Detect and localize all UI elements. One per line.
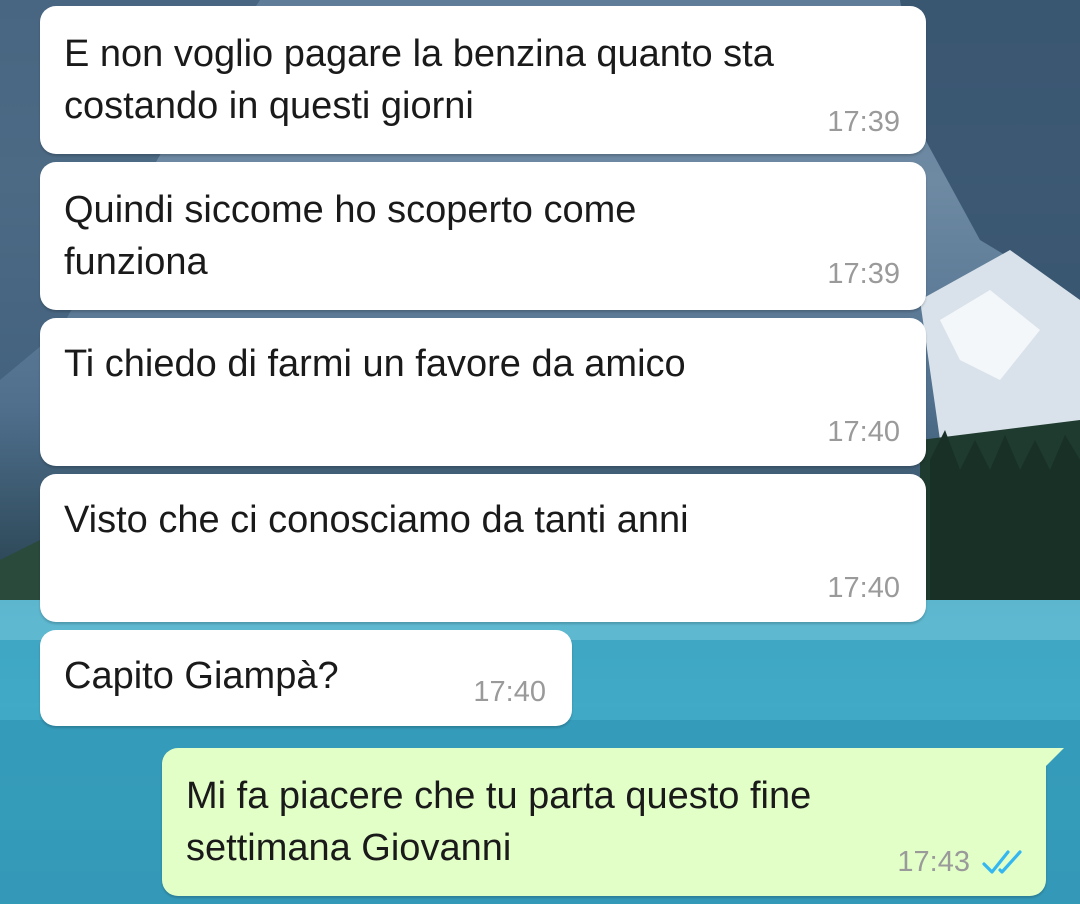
message-timestamp: 17:43	[897, 846, 970, 878]
message-timestamp: 17:40	[473, 676, 546, 708]
message-text: E non voglio pagare la benzina quanto st…	[64, 33, 774, 127]
message-bubble-outgoing[interactable]: Mi fa piacere che tu parta questo fine s…	[162, 748, 1064, 896]
message-text: Quindi siccome ho scoperto come funziona	[64, 189, 637, 283]
message-text: Ti chiedo di farmi un favore da amico	[64, 343, 686, 385]
message-timestamp: 17:40	[827, 572, 900, 604]
message-timestamp: 17:40	[827, 416, 900, 448]
message-bubble-incoming[interactable]: Visto che ci conosciamo da tanti anni 17…	[40, 474, 926, 622]
message-text: Capito Giampà?	[64, 655, 339, 697]
message-text: Visto che ci conosciamo da tanti anni	[64, 499, 689, 541]
message-bubble-incoming[interactable]: Capito Giampà? 17:40	[40, 630, 572, 726]
message-bubble-incoming[interactable]: Ti chiedo di farmi un favore da amico 17…	[40, 318, 926, 466]
message-timestamp: 17:39	[827, 106, 900, 138]
message-timestamp: 17:39	[827, 258, 900, 290]
message-text: Mi fa piacere che tu parta questo fine s…	[186, 775, 812, 869]
message-bubble-incoming[interactable]: E non voglio pagare la benzina quanto st…	[40, 6, 926, 154]
bubble-tail	[1042, 748, 1064, 770]
double-check-read-icon	[982, 850, 1022, 874]
message-bubble-incoming[interactable]: Quindi siccome ho scoperto come funziona…	[40, 162, 926, 310]
